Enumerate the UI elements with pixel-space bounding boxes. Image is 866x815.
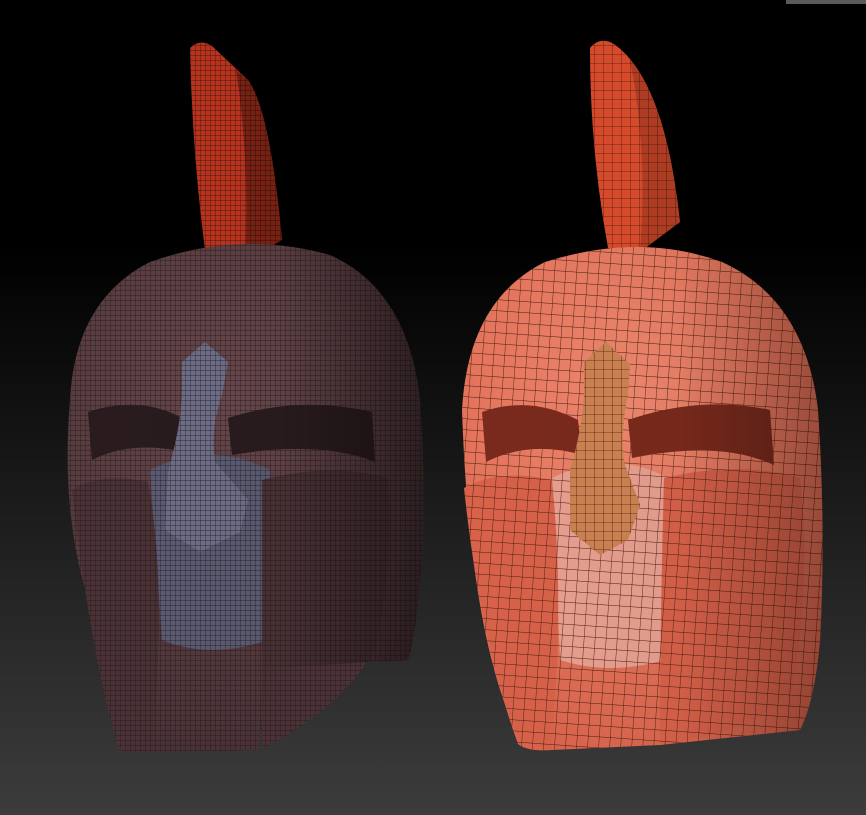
viewport-canvas[interactable]: [0, 0, 866, 815]
3d-viewport[interactable]: [0, 0, 866, 815]
viewport-corner-tab: [786, 0, 866, 4]
right-helmet-shade: [462, 247, 823, 750]
